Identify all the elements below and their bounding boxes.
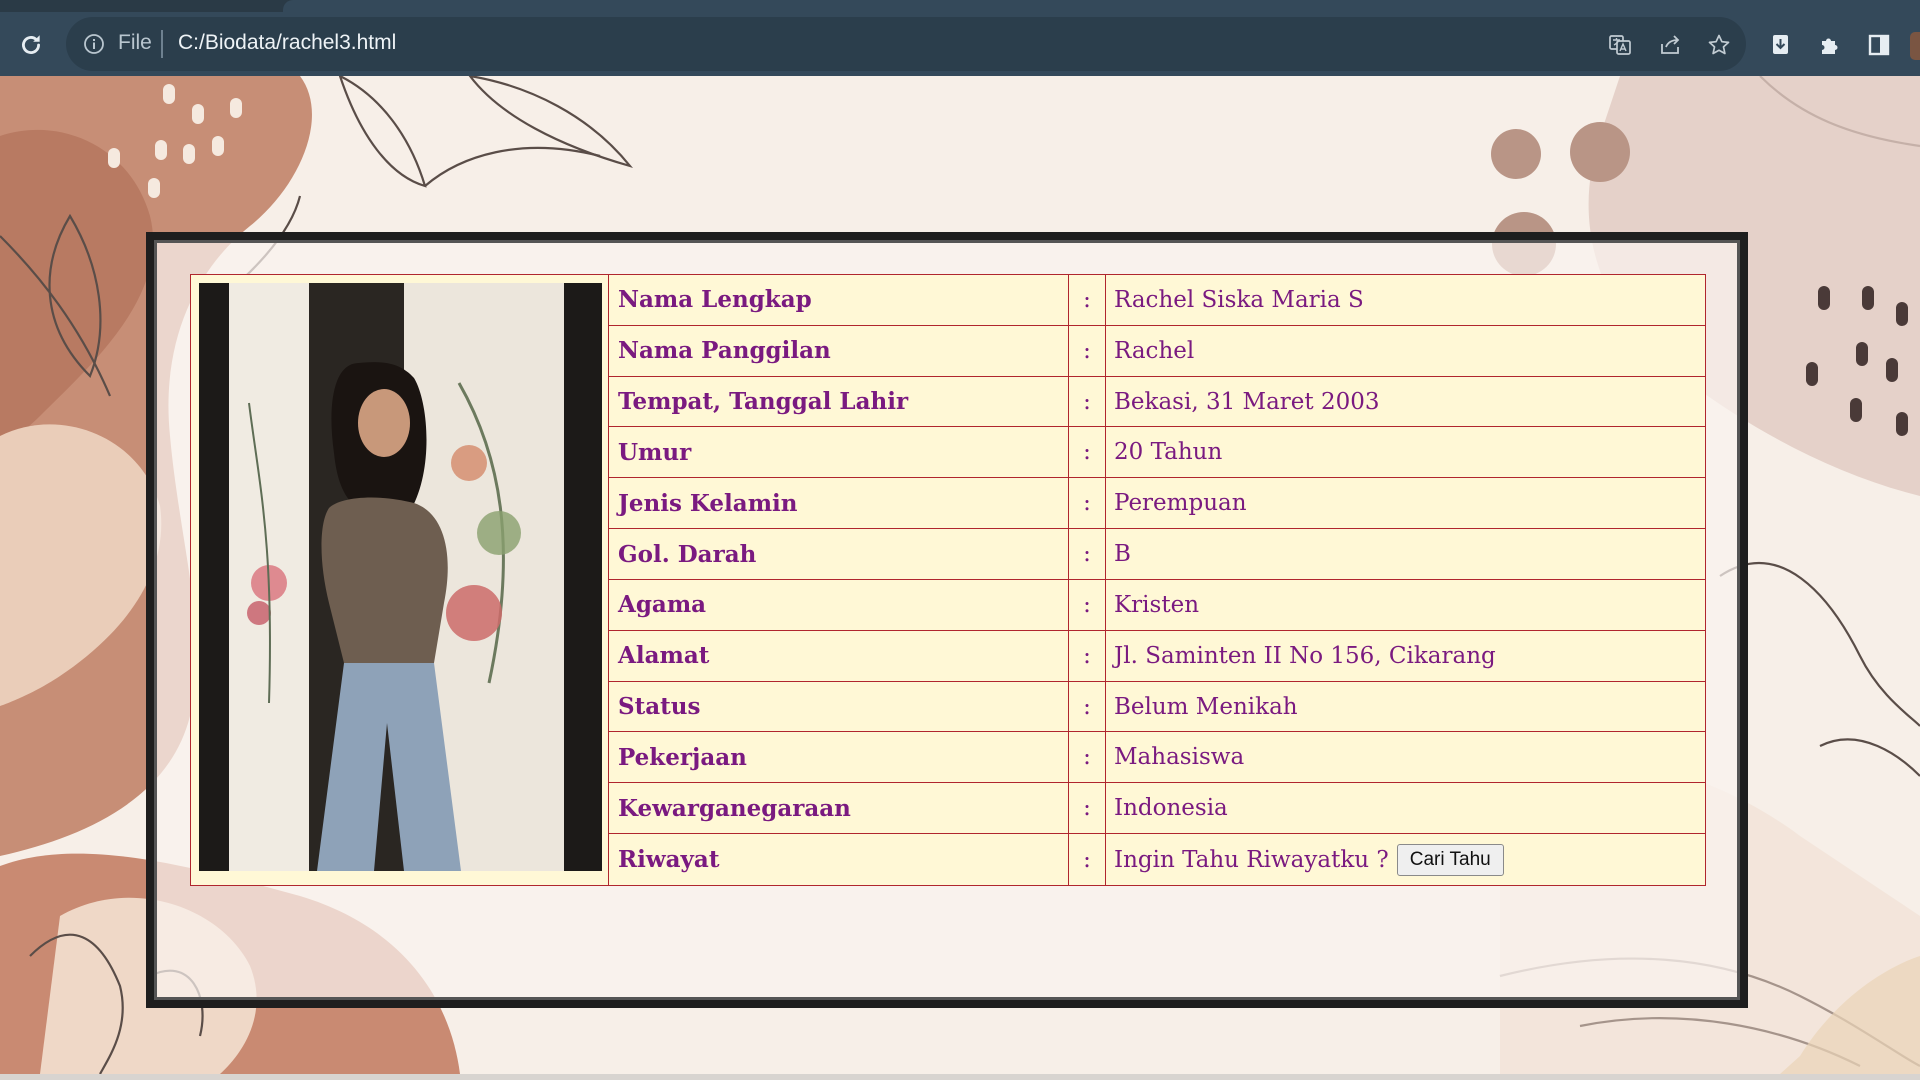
page-body: Nama Lengkap: Rachel Siska Maria S Nama Pa… bbox=[0, 76, 1920, 1074]
field-value-text: Perempuan bbox=[1114, 490, 1247, 517]
table-row: Pekerjaan: Mahasiswa bbox=[609, 732, 1705, 784]
extension-icon[interactable] bbox=[1766, 30, 1796, 60]
field-value: Ingin Tahu Riwayatku ? Cari Tahu bbox=[1106, 834, 1705, 885]
field-value: Rachel bbox=[1106, 326, 1705, 376]
omnibox-divider bbox=[161, 30, 163, 58]
field-label: Pekerjaan bbox=[609, 732, 1069, 783]
horizontal-scrollbar[interactable] bbox=[0, 1074, 1920, 1080]
field-separator: : bbox=[1069, 783, 1106, 834]
field-value-text: Ingin Tahu Riwayatku ? bbox=[1114, 846, 1389, 873]
profile-photo bbox=[199, 283, 602, 871]
field-value: Perempuan bbox=[1106, 478, 1705, 528]
field-label: Nama Panggilan bbox=[609, 325, 1069, 376]
field-separator: : bbox=[1069, 681, 1106, 732]
cari-tahu-button[interactable]: Cari Tahu bbox=[1396, 843, 1504, 876]
field-label: Agama bbox=[609, 579, 1069, 630]
field-separator: : bbox=[1069, 834, 1106, 885]
table-row: Kewarganegaraan: Indonesia bbox=[609, 783, 1705, 835]
field-value: Bekasi, 31 Maret 2003 bbox=[1106, 377, 1705, 427]
field-value-text: Bekasi, 31 Maret 2003 bbox=[1114, 388, 1380, 415]
info-icon[interactable] bbox=[82, 32, 106, 56]
field-separator: : bbox=[1069, 478, 1106, 529]
active-tab-edge bbox=[283, 0, 1920, 12]
field-value-text: Jl. Saminten II No 156, Cikarang bbox=[1114, 642, 1496, 669]
field-label: Umur bbox=[609, 427, 1069, 478]
field-label: Kewarganegaraan bbox=[609, 783, 1069, 834]
share-icon[interactable] bbox=[1656, 31, 1684, 59]
field-separator: : bbox=[1069, 427, 1106, 478]
biodata-table: Nama Lengkap: Rachel Siska Maria S Nama Pa… bbox=[190, 274, 1706, 886]
table-row: Nama Panggilan: Rachel bbox=[609, 325, 1705, 377]
field-label: Status bbox=[609, 681, 1069, 732]
reload-icon[interactable] bbox=[16, 30, 46, 60]
field-value-text: Belum Menikah bbox=[1114, 693, 1298, 720]
browser-toolbar: File C:/Biodata/rachel3.html bbox=[0, 12, 1920, 76]
table-row: Umur:20 Tahun bbox=[609, 427, 1705, 479]
field-value-text: Rachel bbox=[1114, 337, 1195, 364]
field-separator: : bbox=[1069, 376, 1106, 427]
url-text[interactable]: C:/Biodata/rachel3.html bbox=[178, 31, 396, 55]
field-value: Kristen bbox=[1106, 580, 1705, 630]
field-label: Alamat bbox=[609, 630, 1069, 681]
field-separator: : bbox=[1069, 630, 1106, 681]
table-row: Gol. Darah: B bbox=[609, 529, 1705, 580]
translate-icon[interactable] bbox=[1606, 31, 1634, 59]
field-value: Indonesia bbox=[1106, 783, 1705, 833]
field-value: B bbox=[1106, 529, 1705, 579]
photo-cell bbox=[191, 275, 609, 885]
table-row: Riwayat: Ingin Tahu Riwayatku ? Cari Tahu bbox=[609, 834, 1705, 885]
field-label: Gol. Darah bbox=[609, 529, 1069, 579]
field-label: Tempat, Tanggal Lahir bbox=[609, 376, 1069, 427]
field-value-text: Kristen bbox=[1114, 591, 1200, 618]
field-value: Belum Menikah bbox=[1106, 682, 1705, 732]
bookmark-star-icon[interactable] bbox=[1705, 31, 1733, 59]
field-value-text: B bbox=[1114, 541, 1131, 568]
table-row: Jenis Kelamin: Perempuan bbox=[609, 478, 1705, 530]
table-row: Alamat: Jl. Saminten II No 156, Cikarang bbox=[609, 630, 1705, 682]
field-value: Rachel Siska Maria S bbox=[1106, 275, 1705, 325]
profile-avatar[interactable] bbox=[1910, 32, 1920, 60]
field-separator: : bbox=[1069, 732, 1106, 783]
table-row: Tempat, Tanggal Lahir: Bekasi, 31 Maret 2… bbox=[609, 376, 1705, 428]
side-panel-icon[interactable] bbox=[1864, 30, 1894, 60]
field-value: 20 Tahun bbox=[1106, 427, 1705, 477]
puzzle-extensions-icon[interactable] bbox=[1815, 30, 1845, 60]
field-value-text: Mahasiswa bbox=[1114, 744, 1245, 771]
field-label: Jenis Kelamin bbox=[609, 478, 1069, 529]
field-value-text: 20 Tahun bbox=[1114, 439, 1223, 466]
field-value-text: Indonesia bbox=[1114, 795, 1228, 822]
biodata-rows: Nama Lengkap: Rachel Siska Maria S Nama Pa… bbox=[609, 275, 1705, 885]
table-row: Status: Belum Menikah bbox=[609, 681, 1705, 733]
tab-strip bbox=[0, 0, 1920, 12]
field-value-text: Rachel Siska Maria S bbox=[1114, 286, 1364, 313]
field-label: Riwayat bbox=[609, 834, 1069, 885]
field-value: Mahasiswa bbox=[1106, 732, 1705, 782]
file-scheme-label: File bbox=[118, 31, 152, 54]
biodata-frame: Nama Lengkap: Rachel Siska Maria S Nama Pa… bbox=[146, 232, 1748, 1008]
table-row: Nama Lengkap: Rachel Siska Maria S bbox=[609, 275, 1705, 326]
table-row: Agama: Kristen bbox=[609, 579, 1705, 631]
field-separator: : bbox=[1069, 275, 1106, 325]
field-separator: : bbox=[1069, 325, 1106, 376]
field-separator: : bbox=[1069, 579, 1106, 630]
field-value: Jl. Saminten II No 156, Cikarang bbox=[1106, 631, 1705, 681]
field-separator: : bbox=[1069, 529, 1106, 579]
address-bar[interactable]: File C:/Biodata/rachel3.html bbox=[66, 17, 1746, 71]
field-label: Nama Lengkap bbox=[609, 275, 1069, 325]
